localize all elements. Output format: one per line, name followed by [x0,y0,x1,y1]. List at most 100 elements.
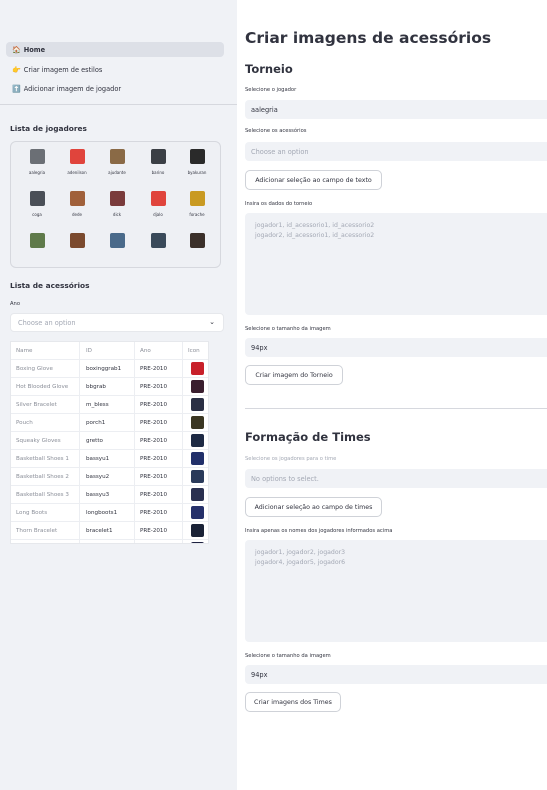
team-players-select[interactable]: No options to select. [245,469,547,488]
player-avatar [29,149,45,164]
player-card [17,233,57,248]
player-name: dede [72,212,82,217]
tournament-data-textarea[interactable]: jogador1, id_acessorio1, id_acessorio2 j… [245,213,547,315]
image-size-label: Selecione o tamanho da imagem [245,326,331,332]
pointing-hand-icon: 👉 [12,65,21,74]
team-players-label: Selecione os jogadores para o time [245,456,337,462]
table-cell-name: Boxing Glove [11,360,80,378]
table-row[interactable]: Pouch porch1 PRE-2010 [11,414,208,432]
tournament-data-label: Insira os dados do torneio [245,201,313,207]
player-card [97,233,137,248]
team-players-placeholder: No options to select. [251,474,319,483]
player-avatar [150,149,166,164]
table-row[interactable]: Squeaky Gloves gretto PRE-2010 [11,432,208,450]
table-row[interactable]: Basketball Shoes 3 bassyu3 PRE-2010 [11,486,208,504]
accessory-icon [191,380,204,393]
table-cell-ano: PRE-2010 [135,468,183,486]
player-avatar [150,191,166,206]
accessories-table[interactable]: Name ID Ano Icon Boxing Glove boxinggrab1 PRE-… [10,341,209,544]
nav-item-label: Adicionar imagem de jogador [23,84,122,93]
accessory-icon [191,506,204,519]
team-image-size-select[interactable]: 94px [245,665,547,684]
nav-item-label: Home [23,45,46,54]
add-to-text-field-button[interactable]: Adicionar seleção ao campo de texto [245,170,382,190]
column-header[interactable]: Name [11,342,80,360]
player-avatar [189,191,205,206]
player-select[interactable]: aalegria [245,100,547,119]
table-cell-name: Basketball Shoes 3 [11,486,80,504]
player-select-value: aalegria [251,105,278,114]
section-divider [245,408,547,409]
table-cell-ano: PRE-2010 [135,522,183,540]
table-row[interactable]: Silver Bracelet m_bless PRE-2010 [11,396,208,414]
player-avatar [109,191,125,206]
accessory-icon [191,434,204,447]
table-cell [11,540,80,543]
table-cell-icon [183,396,208,414]
table-cell-ano: PRE-2010 [135,504,183,522]
table-cell-name: Basketball Shoes 2 [11,468,80,486]
player-avatar [69,233,85,248]
player-avatar [29,233,45,248]
nav-item-1[interactable]: 👉 Criar imagem de estilos [6,62,224,77]
table-cell-ano: PRE-2010 [135,486,183,504]
player-card: dede [57,191,97,217]
table-cell [135,540,183,543]
table-cell-name: Thorn Bracelet [11,522,80,540]
player-name: barino [151,170,165,175]
table-cell-icon [183,540,208,543]
add-to-teams-field-button[interactable]: Adicionar seleção ao campo de times [245,497,382,517]
player-card [138,233,178,248]
accessories-select[interactable]: Choose an option [245,142,547,161]
table-cell-name: Hot Blooded Glove [11,378,80,396]
table-cell-ano: PRE-2010 [135,396,183,414]
torneio-header: Torneio [245,62,293,76]
nav-item-2[interactable]: ⬆️ Adicionar imagem de jogador [6,81,224,96]
player-card: coga [17,191,57,217]
table-cell-icon [183,432,208,450]
column-header[interactable]: ID [80,342,135,360]
player-card [57,233,97,248]
table-cell-ano: PRE-2010 [135,450,183,468]
table-row[interactable]: Hot Blooded Glove bbgrab PRE-2010 [11,378,208,396]
ano-select[interactable]: Choose an option ⌄ [10,313,224,332]
create-team-images-button[interactable]: Criar imagens dos Times [245,692,341,712]
textarea-placeholder-line-1: jogador1, jogador2, jogador3 [255,549,346,556]
create-tournament-image-button[interactable]: Criar imagem do Torneio [245,365,343,385]
accessories-select-label: Selecione os acessórios [245,128,307,134]
player-avatar [69,149,85,164]
accessory-icon [191,398,204,411]
image-size-select[interactable]: 94px [245,338,547,357]
player-name: ajudante [108,170,126,175]
table-cell-name: Long Boots [11,504,80,522]
accessory-icon [191,542,204,543]
table-cell-icon [183,414,208,432]
player-card: forache [177,191,217,217]
accessories-list-header: Lista de acessórios [10,281,90,290]
chevron-down-icon: ⌄ [209,318,215,326]
main-content: Criar imagens de acessórios Torneio Sele… [237,0,547,790]
image-size-value: 94px [251,343,268,352]
table-cell-id: longboots1 [80,504,135,522]
team-image-size-label: Selecione o tamanho da imagem [245,653,331,659]
team-image-size-value: 94px [251,670,268,679]
table-cell-icon [183,468,208,486]
column-header[interactable]: Ano [135,342,183,360]
table-cell-icon [183,522,208,540]
player-select-label: Selecione o jogador [245,87,297,93]
table-row[interactable]: Long Boots longboots1 PRE-2010 [11,504,208,522]
column-header[interactable]: Icon [183,342,208,360]
player-avatar [69,191,85,206]
accessory-icon [191,362,204,375]
table-row[interactable]: Thorn Bracelet bracelet1 PRE-2010 [11,522,208,540]
table-row[interactable]: Basketball Shoes 1 bassyu1 PRE-2010 [11,450,208,468]
players-grid: aalegria adenilson ajudante barino byakuran c… [10,141,221,268]
player-avatar [109,233,125,248]
player-avatar [109,149,125,164]
nav-item-0[interactable]: 🏠 Home [6,42,224,57]
player-card: barino [138,149,178,175]
table-row[interactable]: Boxing Glove boxinggrab1 PRE-2010 [11,360,208,378]
team-names-textarea[interactable]: jogador1, jogador2, jogador3 jogador4, j… [245,540,547,642]
table-row[interactable]: Basketball Shoes 2 bassyu2 PRE-2010 [11,468,208,486]
table-cell-ano: PRE-2010 [135,414,183,432]
